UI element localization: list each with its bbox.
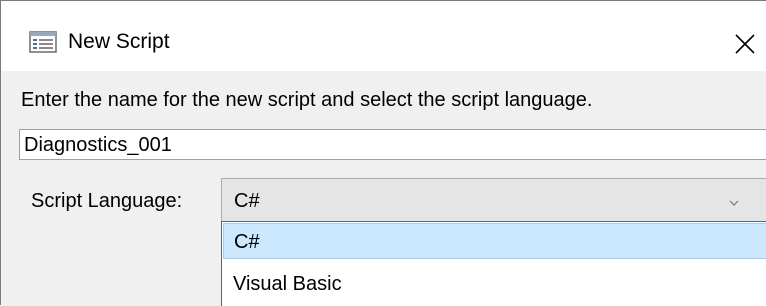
language-dropdown-list: C# Visual Basic [221,221,766,306]
chevron-down-icon[interactable] [728,195,740,206]
combobox-selected-value: C# [234,190,260,212]
script-language-combobox[interactable]: C# [221,178,766,222]
dialog-title: New Script [68,30,170,53]
script-window-icon [29,31,57,53]
dropdown-option-csharp[interactable]: C# [223,223,766,259]
option-label: C# [234,231,260,253]
option-label: Visual Basic [233,273,342,295]
new-script-dialog: New Script Enter the name for the new sc… [0,0,766,306]
script-language-label: Script Language: [31,190,183,212]
close-button[interactable] [719,17,766,67]
close-icon [735,34,755,54]
title-bar[interactable]: New Script [1,1,766,71]
instruction-text: Enter the name for the new script and se… [21,89,593,111]
script-name-input[interactable]: Diagnostics_001 [19,129,766,160]
dropdown-option-visual-basic[interactable]: Visual Basic [223,266,766,302]
